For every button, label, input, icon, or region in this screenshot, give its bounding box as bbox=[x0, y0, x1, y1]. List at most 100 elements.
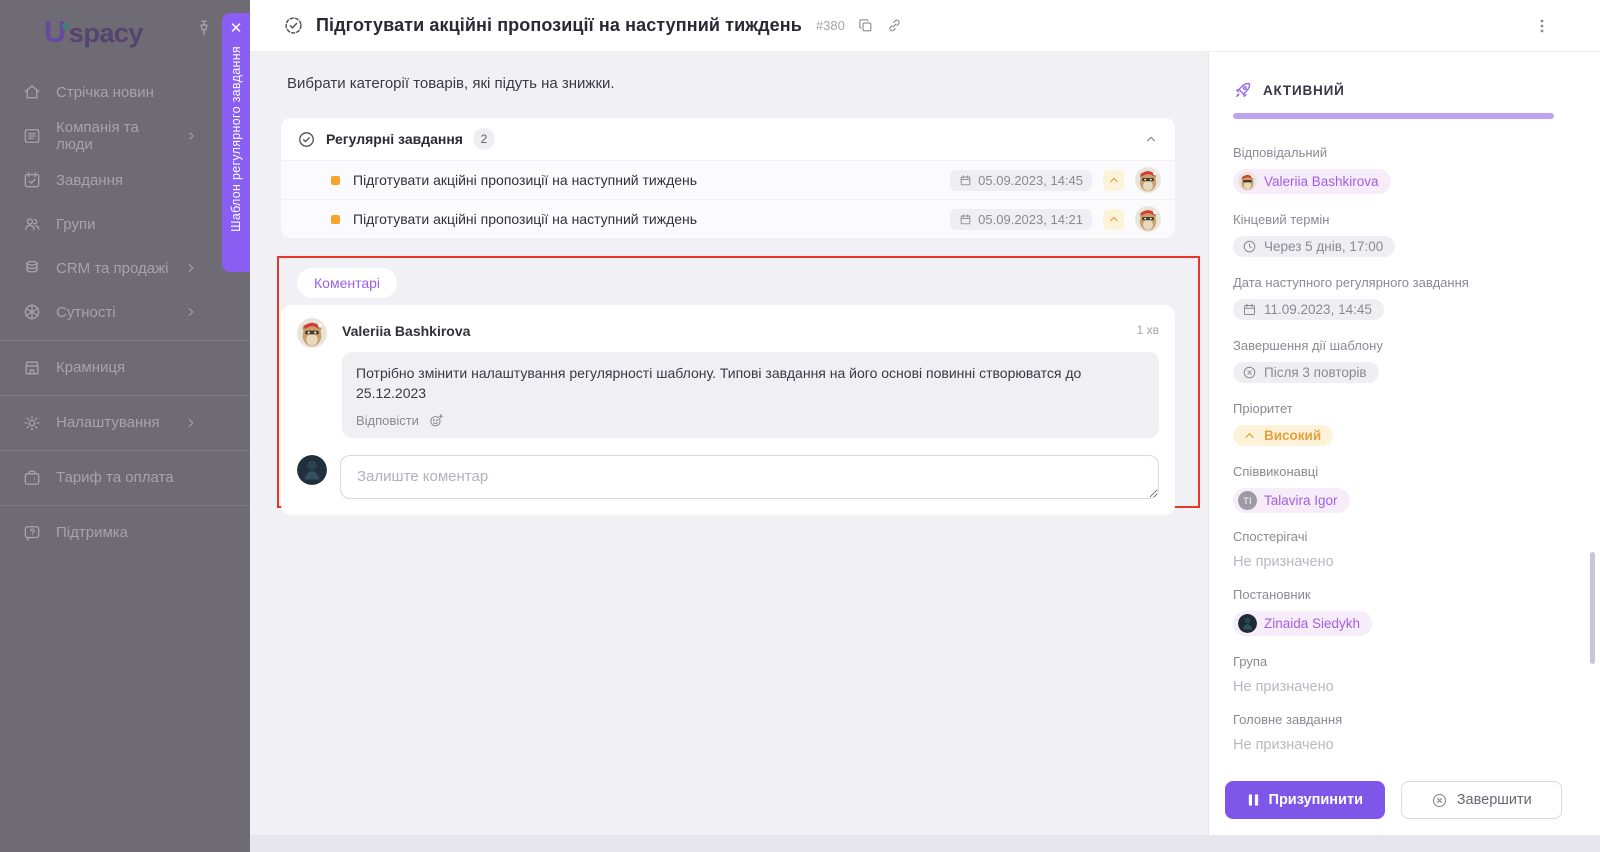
add-reaction-icon[interactable] bbox=[428, 412, 445, 429]
due-date: 05.09.2023, 14:45 bbox=[978, 172, 1083, 188]
wallet-icon bbox=[24, 470, 40, 485]
sidebar-item-tasks[interactable]: Завдання bbox=[0, 158, 250, 202]
comment-author: Valeriia Bashkirova bbox=[342, 323, 471, 339]
chevron-right-icon bbox=[188, 307, 194, 317]
complete-button[interactable]: Завершити bbox=[1400, 781, 1562, 819]
panel-scrollbar[interactable] bbox=[1590, 552, 1595, 664]
field-label: Відповідальний bbox=[1233, 145, 1328, 160]
field-value: Високий bbox=[1264, 428, 1322, 443]
field-value: Після 3 повторів bbox=[1264, 365, 1367, 380]
field-value: Valeriia Bashkirova bbox=[1264, 174, 1379, 189]
field-value: Talavira Igor bbox=[1264, 493, 1338, 508]
calendar-icon bbox=[960, 174, 971, 185]
calendar-icon bbox=[1244, 303, 1255, 315]
user-chip[interactable]: TI Talavira Igor bbox=[1233, 488, 1350, 513]
uspacy-logo[interactable]: Uspacy bbox=[44, 14, 143, 49]
comment-text: Потрібно змінити налаштування регулярнос… bbox=[356, 365, 1082, 402]
task-row-title: Підготувати акційні пропозиції на наступ… bbox=[353, 211, 698, 227]
user-chip[interactable]: Zinaida Siedykh bbox=[1233, 611, 1373, 636]
sidebar-item-support[interactable]: Підтримка bbox=[0, 505, 250, 554]
avatar bbox=[1135, 206, 1161, 232]
sidebar-item-label: Групи bbox=[56, 215, 96, 233]
task-id: #380 bbox=[815, 18, 845, 33]
status-progress-bar bbox=[1233, 113, 1554, 119]
chevron-up-icon bbox=[1245, 433, 1254, 438]
field-label: Завершення дії шаблону bbox=[1233, 338, 1383, 353]
template-ribbon[interactable]: ✕ Шаблон регулярного завдання bbox=[222, 13, 250, 272]
sidebar-item-label: CRM та продажі bbox=[56, 259, 169, 277]
pin-icon[interactable] bbox=[194, 18, 214, 38]
field-priority: Пріоритет Високий bbox=[1233, 401, 1554, 448]
user-chip[interactable]: Valeriia Bashkirova bbox=[1233, 169, 1391, 194]
comment-input[interactable] bbox=[340, 454, 1159, 499]
app-window: Uspacy Стрічка новин Компанія та люди За… bbox=[0, 0, 1600, 852]
next-date-chip: 11.09.2023, 14:45 bbox=[1233, 299, 1384, 320]
x-circle-icon bbox=[1243, 366, 1256, 379]
wheel-icon bbox=[24, 304, 40, 320]
field-label: Постановник bbox=[1233, 587, 1311, 602]
field-group: Група Не призначено bbox=[1233, 654, 1554, 696]
comment-card: Valeriia Bashkirova 1 хв Потрібно змінит… bbox=[281, 305, 1175, 515]
field-label: Кінцевий термін bbox=[1233, 212, 1330, 227]
due-date-chip: 05.09.2023, 14:45 bbox=[950, 169, 1092, 191]
avatar bbox=[297, 318, 327, 348]
field-template-end: Завершення дії шаблону Після 3 повторів bbox=[1233, 338, 1554, 385]
company-icon bbox=[24, 129, 40, 143]
sidebar-item-label: Підтримка bbox=[56, 524, 129, 541]
sidebar-item-groups[interactable]: Групи bbox=[0, 202, 250, 246]
regular-tasks-header: Регулярні завдання 2 bbox=[281, 118, 1175, 160]
sidebar-item-billing[interactable]: Тариф та оплата bbox=[0, 450, 250, 499]
status-badge: АКТИВНИЙ bbox=[1263, 82, 1345, 98]
comment-timestamp: 1 хв bbox=[1136, 323, 1159, 337]
sidebar-item-label: Завдання bbox=[56, 171, 123, 189]
calendar-icon bbox=[960, 213, 971, 224]
field-main-task: Головне завдання Не призначено bbox=[1233, 712, 1554, 754]
task-description: Вибрати категорії товарів, які підуть на… bbox=[287, 75, 615, 92]
due-date-chip: 05.09.2023, 14:21 bbox=[950, 208, 1092, 230]
chevron-up-icon[interactable] bbox=[1143, 131, 1159, 147]
sidebar-item-entities[interactable]: Сутності bbox=[0, 290, 250, 334]
sidebar-item-company-people[interactable]: Компанія та люди bbox=[0, 114, 250, 158]
chevron-right-icon bbox=[189, 132, 194, 140]
reply-button[interactable]: Відповісти bbox=[356, 413, 419, 428]
sidebar-nav: Стрічка новин Компанія та люди Завдання … bbox=[0, 70, 250, 554]
count-badge: 2 bbox=[472, 128, 495, 150]
kebab-menu-icon[interactable] bbox=[1534, 18, 1550, 34]
comment-bubble: Потрібно змінити налаштування регулярнос… bbox=[342, 352, 1159, 438]
sidebar-item-label: Компанія та люди bbox=[56, 119, 139, 153]
task-header: Підготувати акційні пропозиції на наступ… bbox=[250, 0, 1600, 52]
storefront-icon bbox=[25, 361, 39, 374]
field-value: Через 5 днів, 17:00 bbox=[1264, 239, 1384, 254]
clock-icon bbox=[1243, 240, 1256, 253]
gear-icon bbox=[24, 414, 40, 431]
avatar bbox=[1238, 614, 1257, 633]
sidebar-item-crm[interactable]: CRM та продажі bbox=[0, 246, 250, 290]
table-row[interactable]: Підготувати акційні пропозиції на наступ… bbox=[281, 160, 1175, 199]
check-circle-icon bbox=[299, 131, 314, 147]
regular-tasks-card: Регулярні завдання 2 Підготувати акційні… bbox=[281, 118, 1175, 238]
field-label: Співвиконавці bbox=[1233, 464, 1319, 479]
close-icon[interactable]: ✕ bbox=[230, 21, 243, 36]
tab-comments[interactable]: Коментарі bbox=[297, 268, 398, 298]
pause-icon bbox=[1248, 794, 1258, 806]
field-label: Спостерігачі bbox=[1233, 529, 1308, 544]
table-row[interactable]: Підготувати акційні пропозиції на наступ… bbox=[281, 199, 1175, 238]
sidebar-item-shop[interactable]: Крамниця bbox=[0, 340, 250, 389]
task-content: Вибрати категорії товарів, які підуть на… bbox=[250, 52, 1208, 835]
field-deadline: Кінцевий термін Через 5 днів, 17:00 bbox=[1233, 212, 1554, 259]
panel-footer: Призупинити Завершити bbox=[1209, 771, 1600, 835]
field-creator: Постановник Zinaida Siedykh bbox=[1233, 587, 1554, 638]
pause-button[interactable]: Призупинити bbox=[1225, 781, 1385, 819]
link-icon[interactable] bbox=[886, 17, 903, 34]
copy-icon[interactable] bbox=[857, 17, 874, 34]
sidebar-item-newsfeed[interactable]: Стрічка новин bbox=[0, 70, 250, 114]
sidebar-item-settings[interactable]: Налаштування bbox=[0, 395, 250, 444]
sidebar-item-label: Стрічка новин bbox=[56, 83, 154, 101]
status-bullet bbox=[331, 214, 340, 224]
task-details-body: АКТИВНИЙ Відповідальний Valeriia Bashkir… bbox=[1209, 52, 1600, 771]
task-check-icon[interactable] bbox=[283, 15, 304, 36]
page-bottom-strip bbox=[250, 835, 1600, 852]
logo-row: Uspacy bbox=[0, 0, 250, 56]
deadline-chip: Через 5 днів, 17:00 bbox=[1233, 236, 1396, 257]
field-coexecutors: Співвиконавці TI Talavira Igor bbox=[1233, 464, 1554, 513]
